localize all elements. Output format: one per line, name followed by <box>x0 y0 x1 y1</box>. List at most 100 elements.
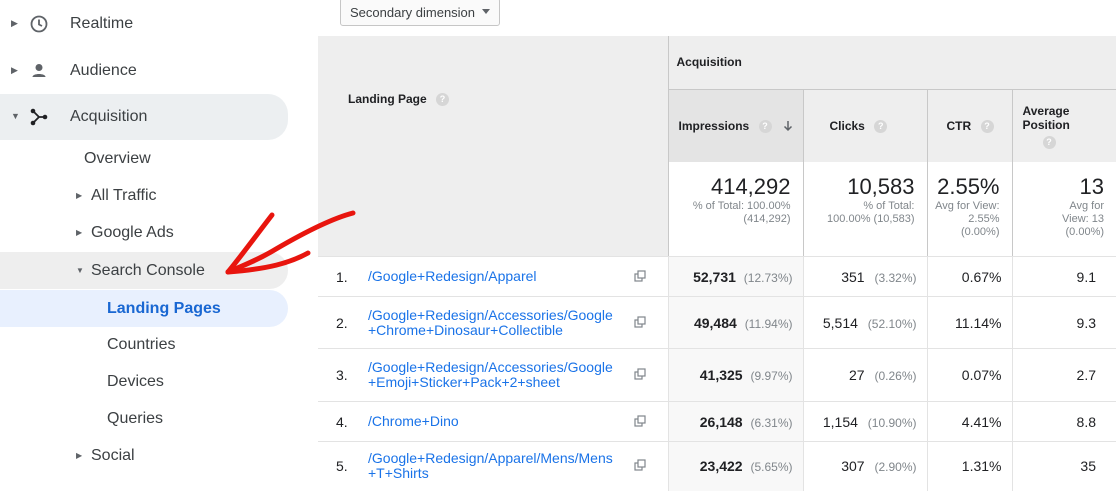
impressions-percent: (6.31%) <box>750 415 793 430</box>
landing-page-cell[interactable]: /Google+Redesign/Apparel/Mens/Mens +T+Shi… <box>364 441 634 491</box>
average-position-value: 35 <box>1080 458 1096 475</box>
sidebar-item-landing-pages[interactable]: Landing Pages <box>0 290 288 327</box>
impressions-cell: 23,422 (5.65%) <box>668 441 804 491</box>
average-position-value: 9.1 <box>1076 268 1096 285</box>
sidebar-item-audience[interactable]: ▶ Audience <box>0 52 288 89</box>
impressions-percent: (9.97%) <box>750 369 793 383</box>
ctr-cell: 4.41% <box>927 401 1013 442</box>
sidebar-item-label: All Traffic <box>91 186 157 204</box>
sidebar-item-queries[interactable]: Queries <box>0 400 288 437</box>
secondary-dimension-label: Secondary dimension <box>350 4 476 20</box>
table-row: 2. /Google+Redesign/Accessories/Google +Ch… <box>318 296 1116 349</box>
open-page-cell[interactable] <box>634 256 669 297</box>
average-position-value: 8.8 <box>1076 413 1096 430</box>
clock-icon <box>30 15 48 33</box>
caret-down-icon: ▼ <box>76 266 84 275</box>
impressions-value: 23,422 <box>699 458 743 475</box>
average-position-cell: 35 <box>1012 441 1116 491</box>
impressions-cell: 52,731 (12.73%) <box>668 256 804 297</box>
open-in-new-icon[interactable] <box>634 368 647 380</box>
landing-page-cell[interactable]: /Google+Redesign/Accessories/Google +Emoj… <box>364 348 634 402</box>
clicks-percent: (10.90%) <box>867 415 917 430</box>
sidebar-item-label: Acquisition <box>70 108 148 125</box>
total-note: 2.55% <box>968 213 1000 225</box>
row-index: 4. <box>318 401 364 442</box>
caret-right-icon: ▶ <box>76 451 83 460</box>
landing-page-cell[interactable]: /Google+Redesign/Accessories/Google +Chro… <box>364 296 634 349</box>
clicks-value: 27 <box>849 367 865 383</box>
open-in-new-icon[interactable] <box>634 269 647 282</box>
help-icon[interactable]: ? <box>436 93 450 107</box>
clicks-header[interactable]: Clicks ? <box>803 89 928 162</box>
landing-page-link[interactable]: /Google+Redesign/Accessories/Google <box>368 360 634 375</box>
landing-page-link[interactable]: /Chrome+Dino <box>368 414 634 429</box>
sidebar-item-countries[interactable]: Countries <box>0 326 288 363</box>
secondary-dimension-dropdown[interactable]: Secondary dimension <box>340 0 500 26</box>
sort-down-arrow-icon[interactable] <box>783 120 793 132</box>
total-value: 2.55% <box>937 174 1000 199</box>
impressions-header[interactable]: Impressions ? <box>668 89 804 162</box>
open-in-new-icon[interactable] <box>634 459 647 471</box>
impressions-cell: 26,148 (6.31%) <box>668 401 804 442</box>
help-icon[interactable]: ? <box>1042 135 1056 149</box>
sidebar-item-overview[interactable]: Overview <box>0 140 288 177</box>
sidebar-item-label: Overview <box>84 149 151 167</box>
landing-page-link-continued[interactable]: +T+Shirts <box>368 466 634 481</box>
landing-page-link-continued[interactable]: +Chrome+Dinosaur+Collectible <box>368 322 634 338</box>
impressions-percent: (5.65%) <box>750 460 793 475</box>
landing-page-link-continued[interactable]: +Emoji+Sticker+Pack+2+sheet <box>368 375 634 390</box>
sidebar-item-label: Countries <box>107 335 176 353</box>
sidebar-item-acquisition[interactable]: ▼ Acquisition <box>0 94 288 140</box>
sidebar-item-devices[interactable]: Devices <box>0 363 288 400</box>
average-position-cell: 2.7 <box>1012 348 1116 402</box>
help-icon[interactable]: ? <box>758 119 772 133</box>
landing-page-link[interactable]: /Google+Redesign/Apparel/Mens/Mens <box>368 451 634 466</box>
total-value: 13 <box>1079 174 1105 199</box>
ctr-value: 0.07% <box>961 367 1002 383</box>
ctr-header[interactable]: CTR ? <box>927 89 1013 162</box>
impressions-value: 41,325 <box>699 367 743 383</box>
open-page-cell[interactable] <box>634 296 669 349</box>
total-note: View: 13 <box>1062 213 1105 225</box>
ctr-cell: 0.07% <box>927 348 1013 402</box>
landing-page-link[interactable]: /Google+Redesign/Apparel <box>368 269 634 284</box>
sidebar-item-realtime[interactable]: ▶ Realtime <box>0 5 288 42</box>
report-panel: Secondary dimension Landing Page ? Acqui… <box>318 0 1116 491</box>
help-icon[interactable]: ? <box>874 119 888 133</box>
total-note: 100.00% (10,583) <box>827 213 915 225</box>
caret-right-icon: ▶ <box>76 228 83 237</box>
totals-label-cell <box>318 162 669 256</box>
open-page-cell[interactable] <box>634 441 669 491</box>
total-note: Avg for View: <box>935 200 1000 212</box>
average-position-header[interactable]: Average Position ? <box>1012 89 1116 162</box>
total-note: % of Total: 100.00% <box>692 200 791 212</box>
total-ctr: 2.55% Avg for View: 2.55% (0.00%) <box>927 162 1013 256</box>
sidebar-item-label: Queries <box>107 409 164 427</box>
impressions-cell: 49,484 (11.94%) <box>668 296 804 349</box>
landing-page-header[interactable]: Landing Page ? <box>318 36 669 162</box>
landing-page-cell[interactable]: /Chrome+Dino <box>364 401 634 442</box>
annotation-arrow <box>225 210 356 275</box>
total-note: (414,292) <box>743 213 791 225</box>
clicks-value: 1,154 <box>822 413 858 430</box>
clicks-cell: 1,154 (10.90%) <box>803 401 928 442</box>
help-icon[interactable]: ? <box>980 119 994 133</box>
open-in-new-icon[interactable] <box>634 315 647 328</box>
clicks-percent: (2.90%) <box>874 460 917 475</box>
ctr-cell: 0.67% <box>927 256 1013 297</box>
column-label: Impressions <box>678 118 750 133</box>
open-page-cell[interactable] <box>634 401 669 442</box>
sidebar-item-social[interactable]: ▶ Social <box>0 437 288 474</box>
landing-page-cell[interactable]: /Google+Redesign/Apparel <box>364 256 634 297</box>
sidebar-item-label: Landing Pages <box>107 299 221 317</box>
landing-page-link[interactable]: /Google+Redesign/Accessories/Google <box>368 307 634 323</box>
row-index: 5. <box>318 441 364 491</box>
acquisition-group-header: Acquisition <box>668 36 1116 90</box>
open-page-cell[interactable] <box>634 348 669 402</box>
report-table: Landing Page ? Acquisition Impressions ?… <box>318 36 1116 256</box>
open-in-new-icon[interactable] <box>634 414 647 427</box>
column-label: Clicks <box>829 118 865 133</box>
row-index: 2. <box>318 296 364 349</box>
table-row: 3. /Google+Redesign/Accessories/Google +Em… <box>318 348 1116 402</box>
impressions-cell: 41,325 (9.97%) <box>668 348 804 402</box>
